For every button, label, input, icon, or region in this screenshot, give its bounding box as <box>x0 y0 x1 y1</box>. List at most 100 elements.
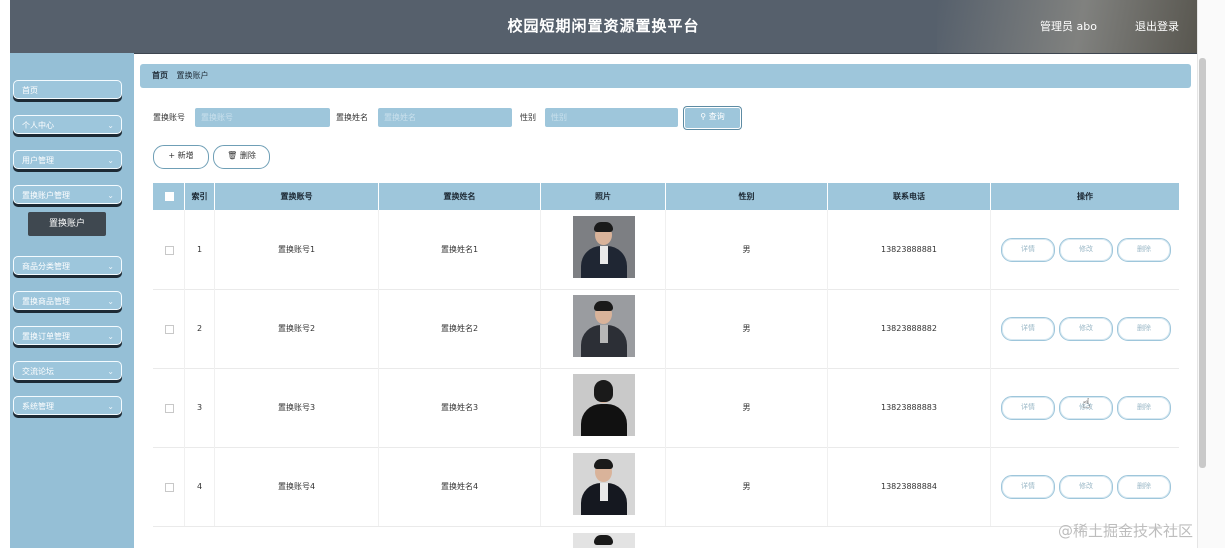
sidebar-item-forum[interactable]: 交流论坛 ⌄ <box>13 361 122 380</box>
account-search-input[interactable] <box>195 108 330 127</box>
row-name: 置换姓名2 <box>379 289 541 368</box>
user-photo-partial[interactable] <box>573 533 635 548</box>
site-title: 校园短期闲置资源置换平台 <box>507 17 700 35</box>
delete-label: 删除 <box>1137 403 1151 411</box>
edit-button[interactable]: 修改 <box>1059 317 1113 341</box>
row-checkbox[interactable] <box>165 483 174 492</box>
chevron-down-icon: ⌄ <box>107 402 114 411</box>
col-phone: 联系电话 <box>828 183 991 210</box>
delete-button[interactable]: 删除 <box>1117 238 1171 262</box>
photo-figure-hair <box>594 459 613 469</box>
row-account: 置换账号3 <box>215 368 379 447</box>
sidebar-item-label: 用户管理 <box>22 156 54 165</box>
row-photo-cell <box>541 447 666 526</box>
row-checkbox[interactable] <box>165 325 174 334</box>
sidebar-item-category-mgmt[interactable]: 商品分类管理 ⌄ <box>13 256 122 275</box>
sidebar-item-goods-mgmt[interactable]: 置换商品管理 ⌄ <box>13 291 122 310</box>
row-phone: 13823888882 <box>828 289 991 368</box>
delete-label: 删除 <box>1137 245 1151 253</box>
row-actions: 详情 修改 删除 <box>991 210 1179 289</box>
edit-label: 修改 <box>1079 245 1093 253</box>
sidebar-item-home[interactable]: 首页 <box>13 80 122 99</box>
user-photo[interactable] <box>573 453 635 515</box>
col-name: 置换姓名 <box>379 183 541 210</box>
row-index: 2 <box>185 289 215 368</box>
sidebar-item-label: 置换商品管理 <box>22 297 70 306</box>
row-gender: 男 <box>666 368 828 447</box>
add-button-label: 新增 <box>177 151 194 160</box>
row-gender: 男 <box>666 289 828 368</box>
edit-button[interactable]: 修改 <box>1059 238 1113 262</box>
table-row: 1 置换账号1 置换姓名1 男 13823888881 详情 修改 删除 <box>153 210 1179 290</box>
detail-button[interactable]: 详情 <box>1001 317 1055 341</box>
chevron-down-icon: ⌄ <box>107 121 114 130</box>
chevron-down-icon: ⌄ <box>107 297 114 306</box>
search-button[interactable]: ⚲ 查询 <box>684 107 741 129</box>
photo-figure-shirt <box>600 246 608 264</box>
row-checkbox[interactable] <box>165 404 174 413</box>
delete-button[interactable]: 删除 <box>1117 396 1171 420</box>
current-user: 管理员 abo <box>1040 20 1097 33</box>
row-index: 1 <box>185 210 215 289</box>
row-checkbox[interactable] <box>165 246 174 255</box>
name-search-input[interactable] <box>378 108 512 127</box>
sidebar-item-label: 交流论坛 <box>22 367 54 376</box>
user-photo[interactable] <box>573 374 635 436</box>
row-gender: 男 <box>666 210 828 289</box>
detail-button[interactable]: 详情 <box>1001 396 1055 420</box>
photo-figure-body <box>581 404 627 436</box>
batch-delete-button[interactable]: 🗑 删除 <box>213 145 270 169</box>
table-row: 2 置换账号2 置换姓名2 男 13823888882 详情 修改 删除 <box>153 289 1179 369</box>
row-select-cell <box>153 210 185 289</box>
detail-button[interactable]: 详情 <box>1001 238 1055 262</box>
row-index: 4 <box>185 447 215 526</box>
row-index: 3 <box>185 368 215 447</box>
col-actions: 操作 <box>1077 192 1093 201</box>
row-phone: 13823888884 <box>828 447 991 526</box>
row-select-cell <box>153 447 185 526</box>
user-photo[interactable] <box>573 216 635 278</box>
sidebar-item-label: 商品分类管理 <box>22 262 70 271</box>
delete-button[interactable]: 删除 <box>1117 317 1171 341</box>
row-account: 置换账号4 <box>215 447 379 526</box>
photo-figure-shirt <box>600 483 608 501</box>
delete-button[interactable]: 删除 <box>1117 475 1171 499</box>
detail-label: 详情 <box>1021 245 1035 253</box>
breadcrumb: 首页 置换账户 <box>140 64 1191 88</box>
logout-link[interactable]: 退出登录 <box>1135 0 1179 53</box>
gender-search-input[interactable] <box>545 108 678 127</box>
search-icon: ⚲ <box>700 112 707 121</box>
account-label: 置换账号 <box>153 113 185 122</box>
sidebar-item-system[interactable]: 系统管理 ⌄ <box>13 396 122 415</box>
photo-figure-hair <box>594 380 613 402</box>
row-name: 置换姓名4 <box>379 447 541 526</box>
add-button[interactable]: + 新增 <box>153 145 209 169</box>
chevron-down-icon: ⌄ <box>107 191 114 200</box>
scrollbar-thumb[interactable] <box>1199 58 1206 468</box>
detail-button[interactable]: 详情 <box>1001 475 1055 499</box>
sidebar-item-users[interactable]: 用户管理 ⌄ <box>13 150 122 169</box>
sidebar-subitem-account[interactable]: 置换账户 <box>28 212 106 236</box>
delete-label: 删除 <box>1137 324 1151 332</box>
row-photo-cell <box>541 210 666 289</box>
sidebar-item-order-mgmt[interactable]: 置换订单管理 ⌄ <box>13 326 122 345</box>
edit-button[interactable]: 修改 <box>1059 475 1113 499</box>
select-all-checkbox[interactable] <box>165 192 174 201</box>
sidebar-item-label: 首页 <box>22 86 38 95</box>
chevron-down-icon: ⌄ <box>107 262 114 271</box>
photo-figure-hair <box>594 222 613 232</box>
name-label: 置换姓名 <box>336 113 368 122</box>
row-account: 置换账号1 <box>215 210 379 289</box>
breadcrumb-home[interactable]: 首页 <box>152 71 168 80</box>
user-photo[interactable] <box>573 295 635 357</box>
sidebar-item-account-mgmt[interactable]: 置换账户管理 ⌄ <box>13 185 122 204</box>
col-gender: 性别 <box>666 183 828 210</box>
sidebar-item-label: 置换账户管理 <box>22 191 70 200</box>
row-actions: 详情 修改 删除 <box>991 447 1179 526</box>
row-photo-cell <box>541 289 666 368</box>
sidebar-item-personal[interactable]: 个人中心 ⌄ <box>13 115 122 134</box>
select-all-cell <box>153 183 185 210</box>
detail-label: 详情 <box>1021 482 1035 490</box>
edit-label: 修改 <box>1079 482 1093 490</box>
detail-label: 详情 <box>1021 403 1035 411</box>
